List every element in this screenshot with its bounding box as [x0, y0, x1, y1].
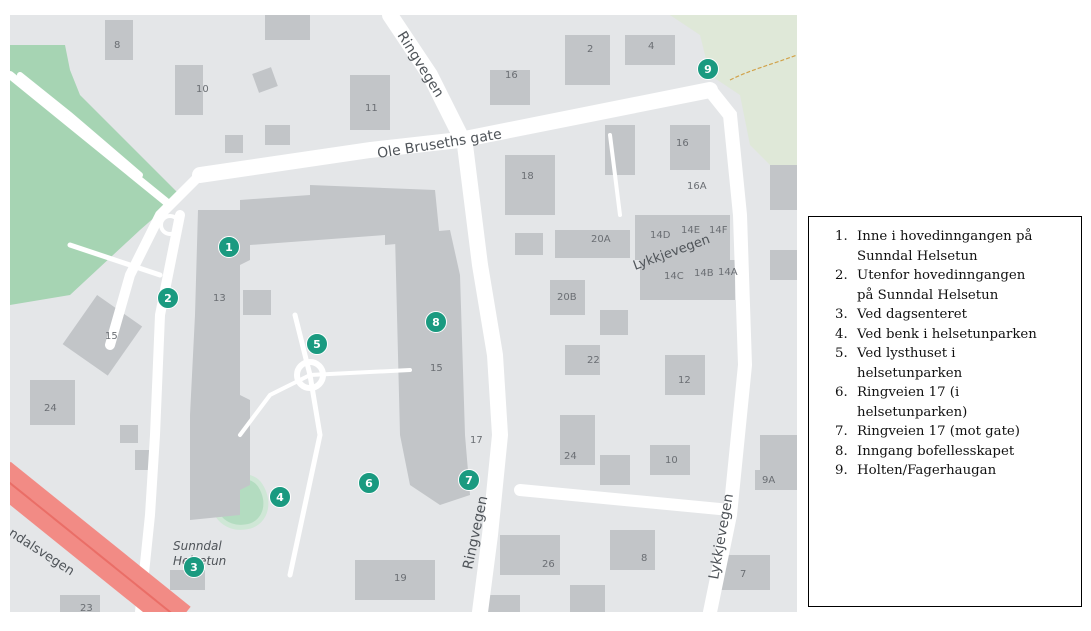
address-number: 10 [665, 455, 678, 466]
legend-list: 1. Inne i hovedinngangen på Sunndal Helset… [809, 217, 1081, 481]
location-marker-9[interactable]: 9 [697, 58, 719, 80]
address-number: 14A [718, 267, 738, 278]
legend-item-text: Ved lysthuset i helsetunparken [857, 344, 962, 383]
legend-item-line: Inne i hovedinngangen på [857, 229, 1033, 244]
street-label-ole-bruseths-gate: Ole Bruseths gate [376, 126, 503, 161]
legend-item-line: helsetunparken) [857, 404, 968, 420]
location-marker-5[interactable]: 5 [306, 333, 328, 355]
address-number: 26 [542, 559, 555, 570]
location-marker-6[interactable]: 6 [358, 472, 380, 494]
legend-item-text: Ringveien 17 (i helsetunparken) [857, 383, 967, 422]
address-number: 8 [641, 553, 647, 564]
legend-item-number: 8. [835, 443, 848, 459]
legend-item: 7. Ringveien 17 (mot gate) [835, 422, 1075, 442]
legend-item: 8. Inngang bofellesskapet [835, 442, 1075, 462]
location-marker-8[interactable]: 8 [425, 311, 447, 333]
address-number: 14F [709, 225, 728, 236]
legend-item-number: 9. [835, 463, 848, 478]
legend-item-line: Utenfor hovedinngangen [857, 268, 1026, 283]
map-canvas: Ringvegen Ole Bruseths gate Lykkjevegen … [10, 15, 797, 612]
legend-item: 1. Inne i hovedinngangen på Sunndal Helset… [835, 227, 1075, 266]
legend-item-number: 7. [835, 424, 848, 439]
address-number: 24 [564, 451, 577, 462]
address-number: 20B [557, 292, 577, 303]
address-number: 11 [365, 103, 378, 114]
legend-item-text: Utenfor hovedinngangen på Sunndal Helsetu… [857, 266, 1025, 305]
address-number: 10 [196, 84, 209, 95]
address-number: 24 [44, 403, 57, 414]
address-number: 15 [105, 331, 118, 342]
legend-item-text: Ringveien 17 (mot gate) [857, 424, 1020, 439]
address-number: 4 [648, 41, 654, 52]
map[interactable]: Ringvegen Ole Bruseths gate Lykkjevegen … [10, 15, 797, 612]
legend-item: 2. Utenfor hovedinngangen på Sunndal Helse… [835, 266, 1075, 305]
legend-item: 4. Ved benk i helsetunparken [835, 325, 1075, 345]
legend-item-number: 6. [835, 385, 848, 400]
legend-item-line: helsetunparken [857, 365, 963, 381]
address-number: 14E [681, 225, 700, 236]
address-number: 8 [114, 40, 120, 51]
legend-item-text: Holten/Fagerhaugan [857, 463, 997, 478]
legend-item: 6. Ringveien 17 (i helsetunparken) [835, 383, 1075, 422]
address-number: 14C [664, 271, 684, 282]
address-number: 22 [587, 355, 600, 366]
location-marker-4[interactable]: 4 [269, 486, 291, 508]
address-number: 12 [678, 375, 691, 386]
legend-item-line: Ved lysthuset i [857, 346, 956, 361]
location-marker-2[interactable]: 2 [157, 287, 179, 309]
address-number: 16A [687, 181, 707, 192]
legend-item-number: 3. [835, 307, 848, 322]
location-marker-1[interactable]: 1 [218, 236, 240, 258]
legend-item-text: Inngang bofellesskapet [857, 443, 1015, 459]
place-label-sunndal: Sunndal [173, 539, 222, 553]
legend-item-text: Inne i hovedinngangen på Sunndal Helsetun [857, 227, 1032, 266]
address-number: 14B [694, 268, 714, 279]
legend-item: 9. Holten/Fagerhaugan [835, 461, 1075, 481]
legend-item-number: 1. [835, 229, 848, 244]
address-number: 16 [505, 70, 518, 81]
address-number: 17 [470, 435, 483, 446]
legend-item-number: 2. [835, 268, 848, 283]
legend-item-text: Ved dagsenteret [857, 307, 967, 322]
address-number: 13 [213, 293, 226, 304]
location-marker-3[interactable]: 3 [183, 556, 205, 578]
address-number: 14D [650, 230, 671, 241]
address-number: 2 [587, 44, 593, 55]
legend-item-line: Ringveien 17 (i [857, 385, 960, 400]
legend-item-line: Sunndal Helsetun [857, 248, 978, 264]
address-number: 19 [394, 573, 407, 584]
address-number: 15 [430, 363, 443, 374]
legend-item-line: på Sunndal Helsetun [857, 287, 999, 303]
legend-item: 3. Ved dagsenteret [835, 305, 1075, 325]
address-number: 20A [591, 234, 611, 245]
legend-box: 1. Inne i hovedinngangen på Sunndal Helset… [808, 216, 1082, 607]
legend-item-number: 5. [835, 346, 848, 361]
legend-item-number: 4. [835, 326, 848, 342]
address-number: 23 [80, 603, 93, 612]
legend-item: 5. Ved lysthuset i helsetunparken [835, 344, 1075, 383]
street-label-ringvegen-north: Ringvegen [394, 29, 447, 101]
address-number: 18 [521, 171, 534, 182]
location-marker-7[interactable]: 7 [458, 469, 480, 491]
address-number: 9A [762, 475, 775, 486]
address-number: 7 [740, 569, 746, 580]
legend-item-text: Ved benk i helsetunparken [857, 326, 1037, 342]
address-number: 16 [676, 138, 689, 149]
